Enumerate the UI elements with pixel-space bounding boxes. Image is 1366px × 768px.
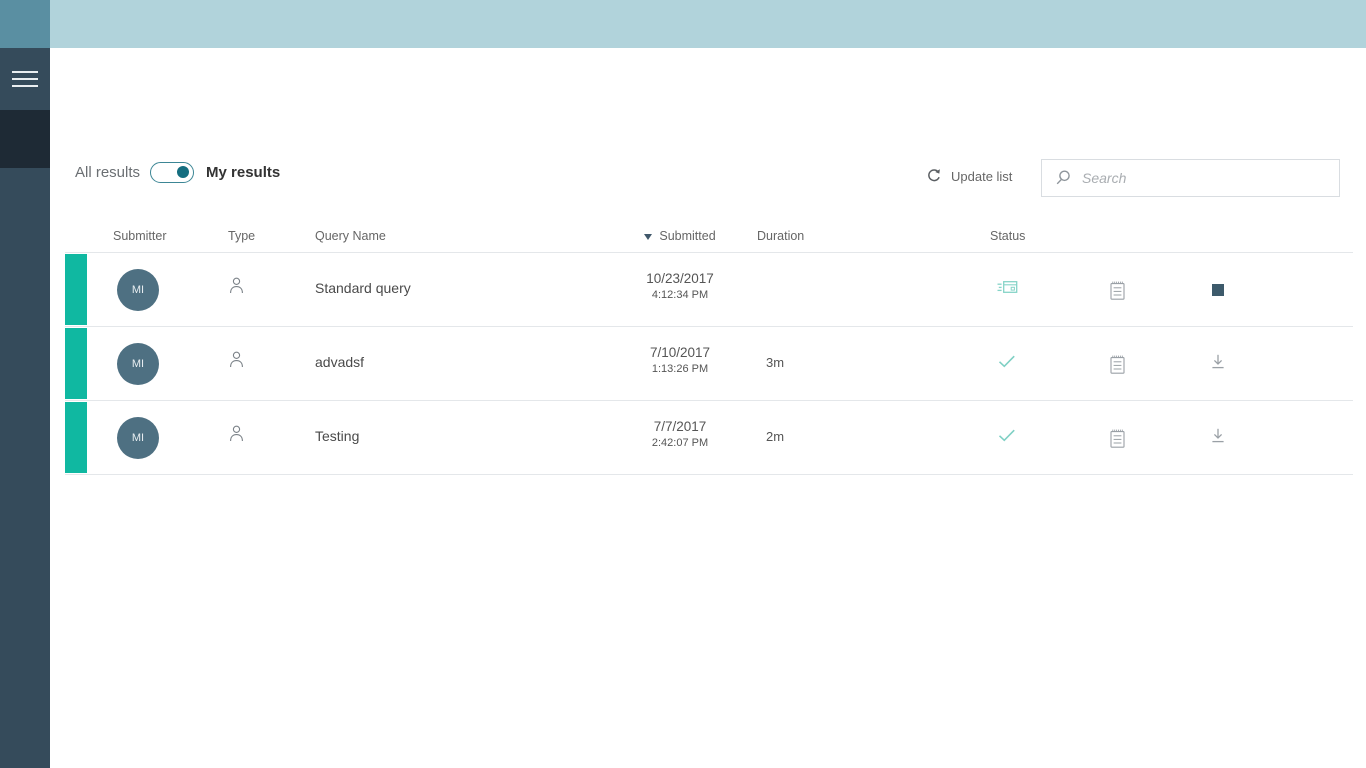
query-name: advadsf [315,354,364,370]
sidebar-active-item[interactable] [0,110,50,168]
header-submitted[interactable]: Submitted [605,229,755,243]
person-icon [229,425,244,447]
row-accent-bar [65,254,87,325]
search-icon [1054,169,1072,187]
running-icon [997,280,1018,300]
results-toggle-group: All results My results [75,162,280,183]
person-icon [229,277,244,299]
header-submitter[interactable]: Submitter [113,229,167,243]
avatar: MI [117,417,159,459]
check-icon [998,355,1016,373]
results-table: Submitter Type Query Name Submitted Dura… [65,225,1353,475]
menu-button[interactable] [0,48,50,110]
row-accent-bar [65,402,87,473]
view-details-button[interactable] [1095,327,1139,401]
query-name: Testing [315,428,359,444]
update-list-label: Update list [951,169,1012,184]
submitted-date: 10/23/2017 [605,271,755,286]
my-results-label: My results [206,164,280,181]
download-icon [1210,354,1226,375]
row-action-button[interactable] [1196,253,1240,327]
check-icon [998,429,1016,447]
row-accent-bar [65,328,87,399]
submitted-cell: 7/10/2017 1:13:26 PM [605,345,755,375]
clipboard-icon [1110,429,1125,448]
toggle-knob-icon [177,166,189,178]
status-cell [985,401,1029,475]
app-window: All results My results Update list Submi… [0,0,1366,768]
status-cell [985,253,1029,327]
person-icon [229,351,244,373]
all-results-label: All results [75,164,140,181]
table-row[interactable]: MI Testing 7/7/2017 2:42:07 PM 2m [65,401,1353,475]
submitted-time: 4:12:34 PM [605,289,755,301]
search-input[interactable] [1082,170,1327,186]
table-row[interactable]: MI Standard query 10/23/2017 4:12:34 PM [65,253,1353,327]
submitted-time: 1:13:26 PM [605,363,755,375]
submitted-cell: 7/7/2017 2:42:07 PM [605,419,755,449]
status-cell [985,327,1029,401]
view-details-button[interactable] [1095,401,1139,475]
stop-icon [1212,284,1224,296]
duration: 2m [745,429,805,444]
hamburger-icon [12,66,38,92]
header-duration[interactable]: Duration [757,229,804,243]
sidebar-logo-square [0,0,50,48]
clipboard-icon [1110,281,1125,300]
header-type[interactable]: Type [228,229,255,243]
row-action-button[interactable] [1196,401,1240,475]
refresh-icon [926,168,942,184]
header-query-name[interactable]: Query Name [315,229,386,243]
update-list-button[interactable]: Update list [926,168,1012,184]
submitted-time: 2:42:07 PM [605,437,755,449]
search-box [1041,159,1340,197]
submitted-date: 7/7/2017 [605,419,755,434]
view-details-button[interactable] [1095,253,1139,327]
table-row[interactable]: MI advadsf 7/10/2017 1:13:26 PM 3m [65,327,1353,401]
top-app-bar [50,0,1366,48]
submitted-cell: 10/23/2017 4:12:34 PM [605,271,755,301]
sidebar [0,0,50,768]
sort-desc-icon [644,234,652,240]
avatar: MI [117,343,159,385]
header-status[interactable]: Status [990,229,1025,243]
table-header-row: Submitter Type Query Name Submitted Dura… [65,225,1353,253]
clipboard-icon [1110,355,1125,374]
row-action-button[interactable] [1196,327,1240,401]
duration: 3m [745,355,805,370]
results-toggle[interactable] [150,162,194,183]
submitted-date: 7/10/2017 [605,345,755,360]
avatar: MI [117,269,159,311]
download-icon [1210,428,1226,449]
query-name: Standard query [315,280,411,296]
